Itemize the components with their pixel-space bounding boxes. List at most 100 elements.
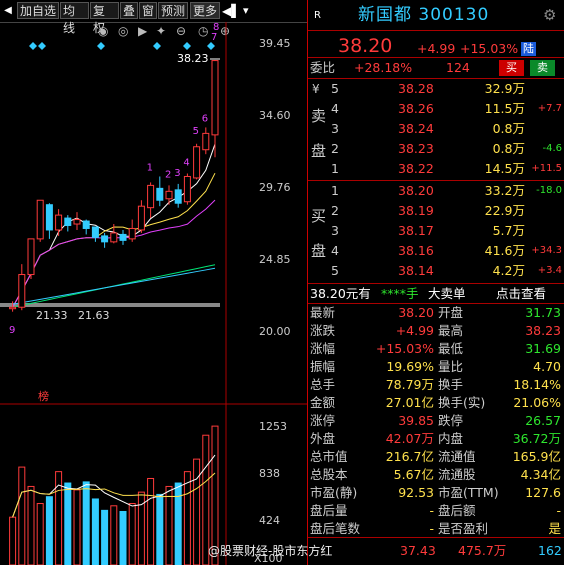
sell-level-row[interactable]: 2 38.23 0.8万 -4.6 xyxy=(308,139,564,159)
price-tick: 29.76 xyxy=(259,181,291,194)
buy-button[interactable]: 买 xyxy=(499,60,524,76)
level-change: +7.7 xyxy=(537,103,562,114)
stat-value: - xyxy=(429,503,434,518)
pin-icon[interactable]: ⊕ xyxy=(220,24,230,38)
big-order-row: 38.20元有 ****手 大卖单 点击查看 xyxy=(308,284,564,304)
level-change: +11.5 xyxy=(531,163,562,174)
bottom-count: 162 xyxy=(538,543,562,558)
stats-row: 外盘 42.07万 内盘 36.72万 xyxy=(308,430,564,448)
event-diamond xyxy=(38,42,46,50)
day-label: 3 xyxy=(174,168,180,179)
eye-icon[interactable]: ◉ xyxy=(98,24,108,38)
level-number: 3 xyxy=(331,121,339,136)
volume-bar xyxy=(91,498,99,565)
big-order-link[interactable]: 点击查看 xyxy=(496,284,546,304)
stat-value: +15.03% xyxy=(375,341,434,356)
buy-level-row[interactable]: 5 38.14 4.2万 +3.4 xyxy=(308,261,564,281)
big-order-stars: ****手 xyxy=(381,286,419,301)
candle-body xyxy=(91,226,99,238)
candle-body xyxy=(156,187,164,201)
stat-label: 振幅 xyxy=(310,359,336,374)
price-tick: 39.45 xyxy=(259,37,291,50)
yen-icon: ¥ xyxy=(312,82,320,96)
volume-bars xyxy=(9,425,219,565)
level-volume: 4.2万 xyxy=(492,263,525,278)
stats-row: 盘后量 - 盘后额 - xyxy=(308,502,564,520)
time-icon[interactable]: ◷ xyxy=(198,24,209,38)
stat-value-2: 18.14% xyxy=(513,377,561,392)
level-number: 3 xyxy=(331,223,339,238)
level-number: 4 xyxy=(331,243,339,258)
settings-gear-icon[interactable]: ⚙ xyxy=(543,5,556,25)
add-watchlist-button[interactable]: 加自选 xyxy=(17,2,59,19)
level-price: 38.24 xyxy=(398,121,434,136)
zoom-icon[interactable]: ⊖ xyxy=(176,24,186,38)
sell-level-row[interactable]: 3 38.24 0.8万 xyxy=(308,119,564,139)
day-label: 7 xyxy=(211,32,217,43)
bottom-price: 37.43 xyxy=(400,543,436,558)
chart-tool-icon[interactable]: ✦ xyxy=(156,24,166,38)
stat-value-2: 4.34亿 xyxy=(520,467,561,482)
stat-label-2: 最低 xyxy=(438,341,464,356)
level-number: 5 xyxy=(331,81,339,96)
sell-level-row[interactable]: 5 38.28 32.9万 xyxy=(308,79,564,99)
chart-toolbar: ◀ 加自选 均线 复权 叠 窗 预测 更多 ◀▌ ▾ xyxy=(0,0,307,35)
stat-label: 涨停 xyxy=(310,413,336,428)
stat-value-2: 26.57 xyxy=(525,413,561,428)
r-badge: R xyxy=(314,10,321,21)
overlay-button[interactable]: 叠 xyxy=(120,2,138,19)
candles xyxy=(9,60,219,312)
adjust-price-button[interactable]: 复权 xyxy=(90,2,119,35)
buy-level-row[interactable]: 2 38.19 22.9万 xyxy=(308,201,564,221)
dropdown-chevron-icon[interactable]: ▾ xyxy=(243,3,255,19)
stat-value: 38.20 xyxy=(398,305,434,320)
sell-side-label: 卖 xyxy=(311,107,327,125)
big-order-label: 大卖单 xyxy=(428,286,466,301)
stat-label-2: 市盈(TTM) xyxy=(438,485,499,500)
settings-icon[interactable]: ◎ xyxy=(118,24,128,38)
volume-tick: 838 xyxy=(259,467,280,480)
watermark: @股票财经-股市东方红 xyxy=(208,544,333,558)
moving-average-button[interactable]: 均线 xyxy=(60,2,89,35)
candle-body xyxy=(147,184,155,209)
stat-label: 总股本 xyxy=(310,467,348,482)
kline-chart[interactable]: ◉ ◎ ▶ ✦ ⊖ ◷ ⊕ 39.45 34.60 29.76 24.85 20… xyxy=(0,22,307,565)
volume-bar xyxy=(18,466,26,565)
sell-level-row[interactable]: 1 38.22 14.5万 +11.5 xyxy=(308,159,564,179)
stat-value: 27.01亿 xyxy=(385,395,434,410)
stat-value-2: 31.73 xyxy=(525,305,561,320)
stat-value-2: 38.23 xyxy=(525,323,561,338)
level-number: 2 xyxy=(331,203,339,218)
volume-bar xyxy=(64,482,72,565)
forecast-button[interactable]: 预测 xyxy=(158,2,188,19)
volume-bar xyxy=(101,509,109,565)
play-icon[interactable]: ▶ xyxy=(138,24,148,38)
price-tick: 24.85 xyxy=(259,253,291,266)
volume-bar xyxy=(147,477,155,565)
buy-level-row[interactable]: 4 38.16 41.6万 +34.3 xyxy=(308,241,564,261)
level-change: +34.3 xyxy=(531,245,562,256)
level-price: 38.14 xyxy=(398,263,434,278)
buy-level-row[interactable]: 1 38.20 33.2万 -18.0 xyxy=(308,181,564,201)
window-button[interactable]: 窗 xyxy=(139,2,157,19)
candle-body xyxy=(110,232,118,243)
more-button[interactable]: 更多 xyxy=(190,2,220,19)
event-diamond xyxy=(207,42,215,50)
level-change: -4.6 xyxy=(542,143,562,154)
sell-level-row[interactable]: 4 38.26 11.5万 +7.7 xyxy=(308,99,564,119)
level-price: 38.20 xyxy=(398,183,434,198)
day-label: 1 xyxy=(147,162,153,173)
stat-value: 42.07万 xyxy=(385,431,434,446)
level-volume: 14.5万 xyxy=(484,161,525,176)
candle-body xyxy=(193,146,201,179)
candle-body xyxy=(183,175,191,203)
stat-value-2: 是 xyxy=(548,521,561,536)
buy-level-row[interactable]: 3 38.17 5.7万 xyxy=(308,221,564,241)
level-price: 38.23 xyxy=(398,141,434,156)
sell-button[interactable]: 卖 xyxy=(530,60,555,76)
volume-bar xyxy=(82,481,90,565)
stat-value: +4.99 xyxy=(395,323,434,338)
stats-row: 最新 38.20 开盘 31.73 xyxy=(308,304,564,322)
speaker-arrow-icon[interactable]: ◀▌ xyxy=(222,3,240,19)
collapse-arrow-icon[interactable]: ◀ xyxy=(1,3,15,18)
